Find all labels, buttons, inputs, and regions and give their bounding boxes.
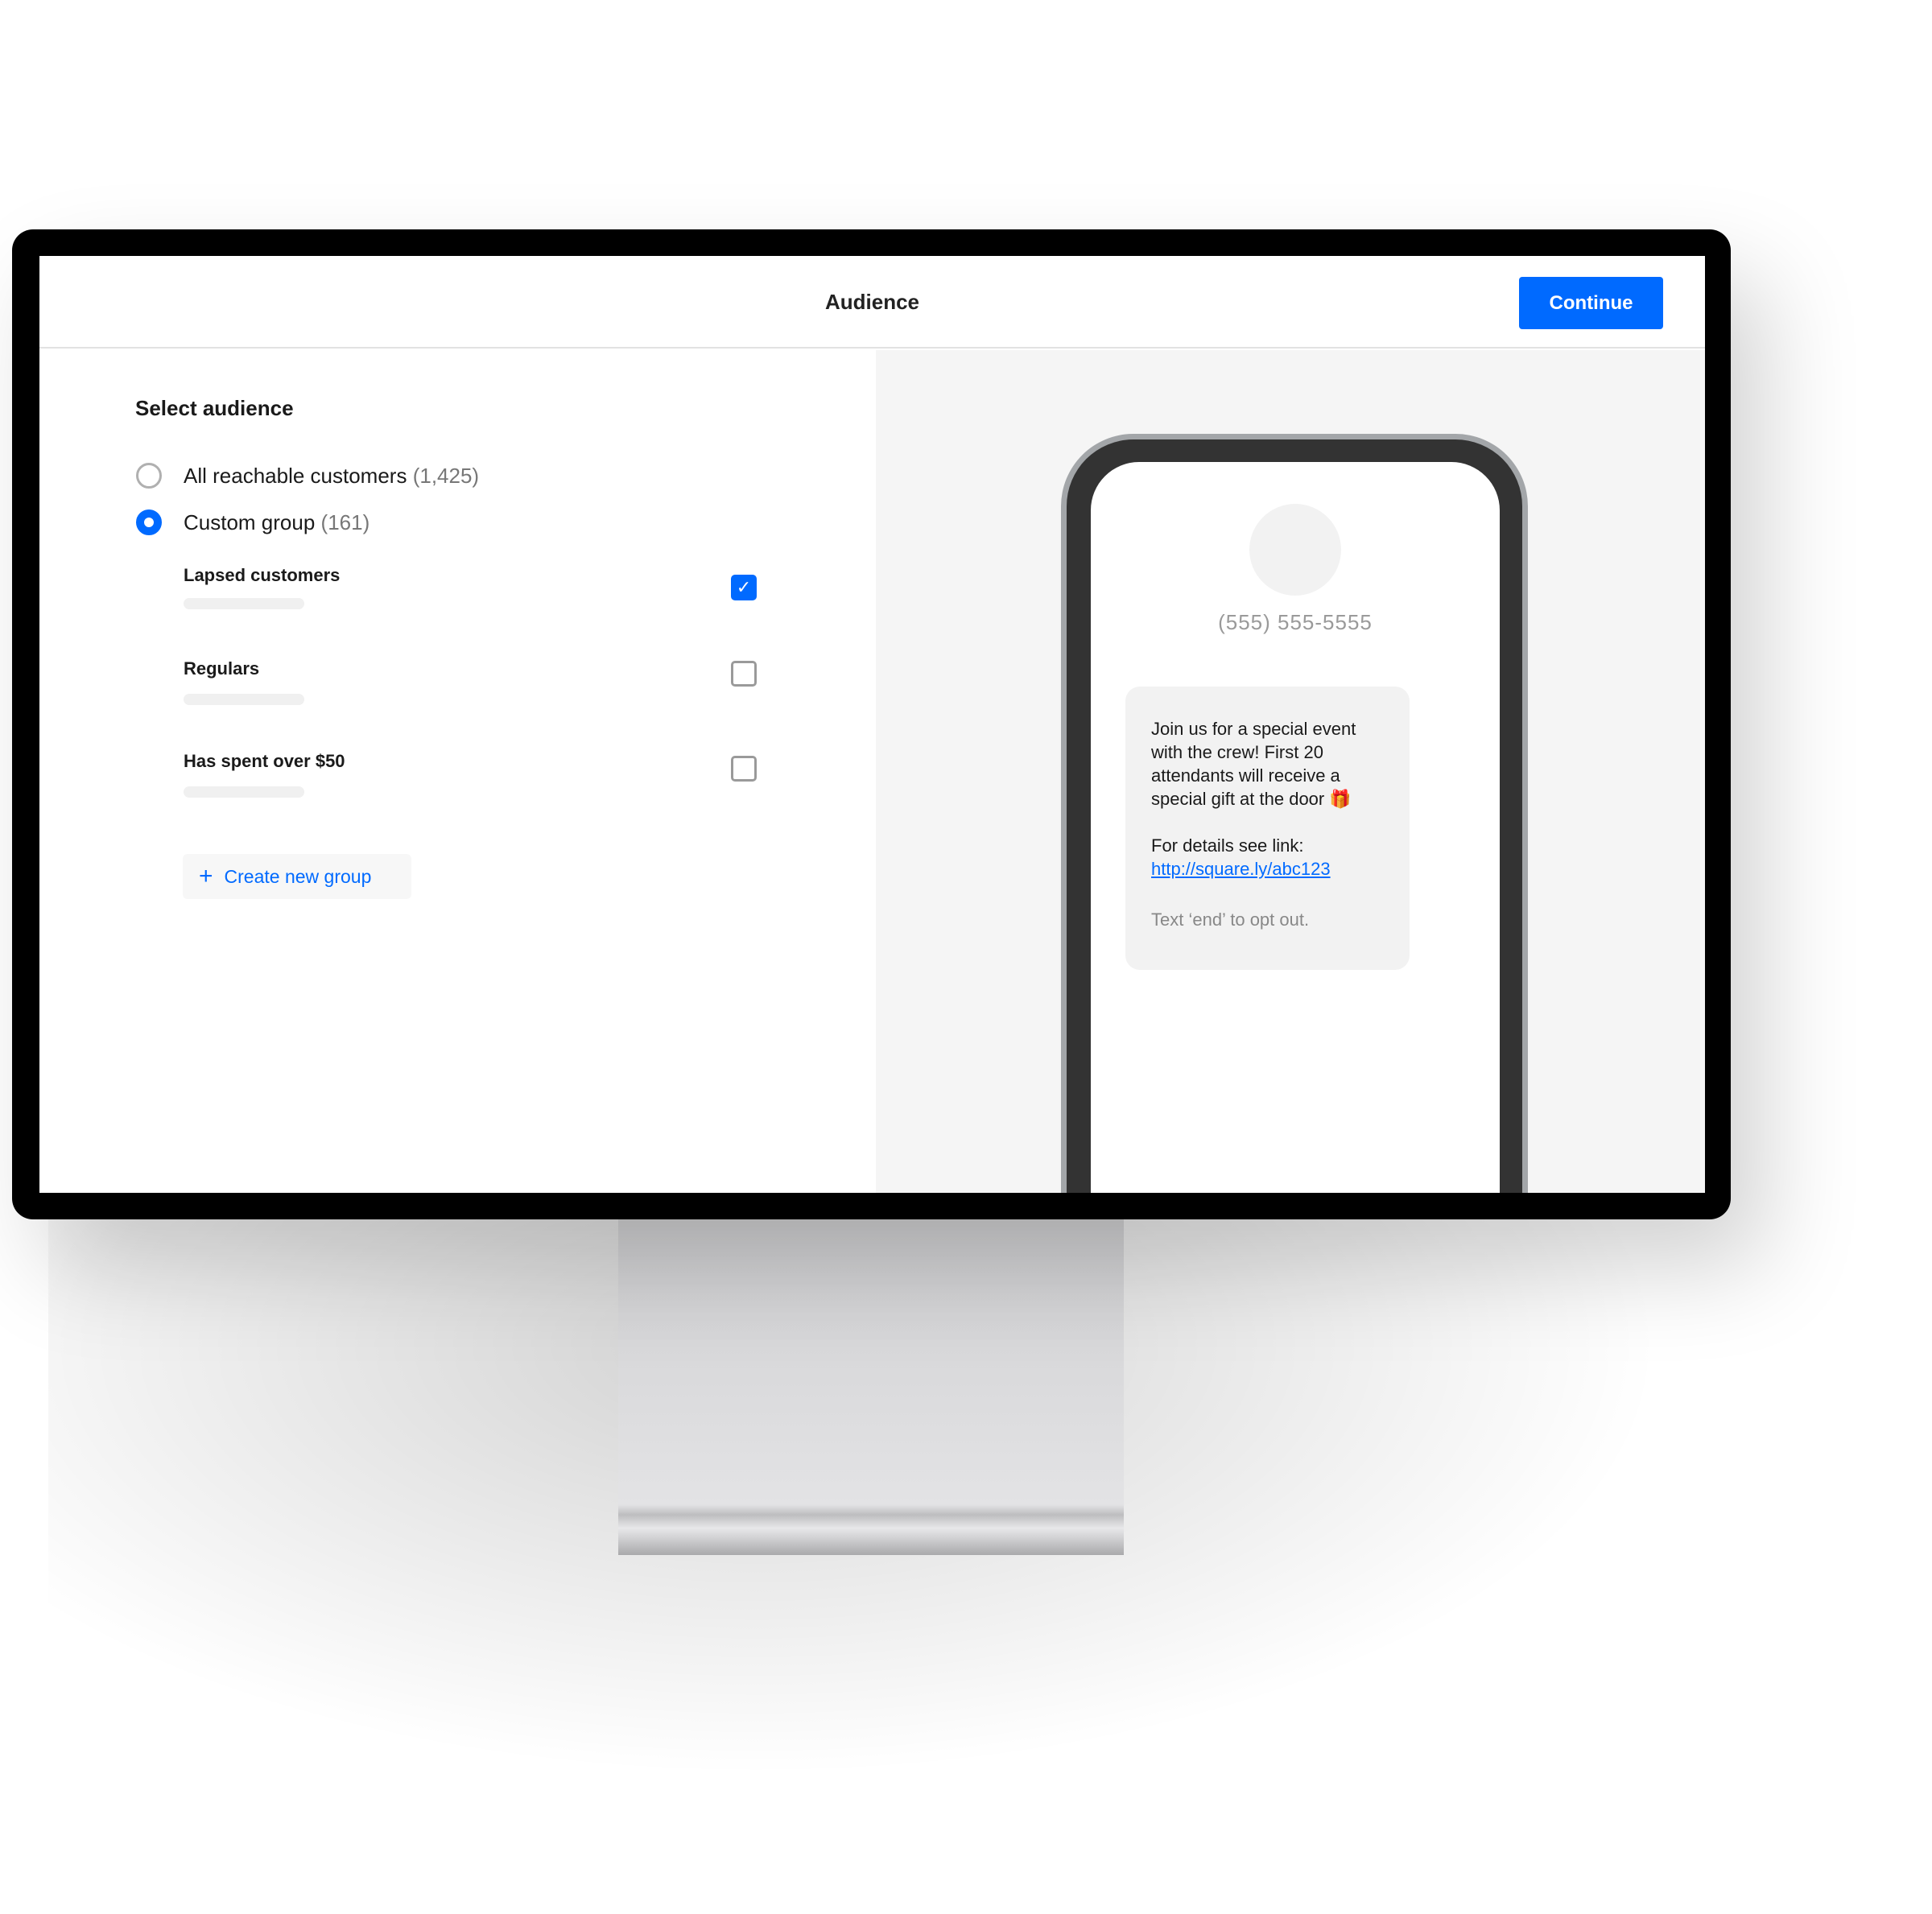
checkbox-regulars[interactable] [731,661,757,687]
message-line: special gift at the door 🎁 [1151,789,1352,809]
message-line: with the crew! First 20 [1151,742,1323,762]
page-title: Audience [824,290,920,314]
checkbox-spent[interactable] [731,756,757,782]
option-label: All reachable customers [184,464,407,488]
group-placeholder-bar [184,598,304,609]
continue-button[interactable]: Continue [1519,277,1663,329]
phone-screen: (555) 555-5555 Join us for a special eve… [1091,462,1500,1193]
section-heading: Select audience [135,396,294,420]
contact-avatar [1249,504,1341,596]
app-screen: Audience Continue Select audience All re… [39,256,1705,1193]
plus-icon: + [199,863,213,889]
option-label: Custom group [184,510,316,534]
monitor-stand [618,1219,1124,1555]
create-label: Create new group [224,865,372,887]
opt-out-text: Text ‘end’ to opt out. [1151,910,1310,930]
option-count: (161) [320,510,370,534]
group-label-regulars: Regulars [184,658,260,679]
option-custom-group[interactable]: Custom group (161) [184,510,369,535]
details-label: For details see link: [1151,835,1304,856]
message-line: attendants will receive a [1151,765,1340,786]
monitor-bezel: Audience Continue Select audience All re… [12,229,1731,1219]
group-placeholder-bar [184,694,304,705]
phone-number: (555) 555-5555 [1218,610,1373,634]
group-label-spent: Has spent over $50 [184,751,345,771]
option-all-customers[interactable]: All reachable customers (1,425) [184,464,479,489]
message-bubble: Join us for a special event with the cre… [1125,687,1410,970]
radio-custom-group[interactable] [136,509,162,535]
preview-panel: (555) 555-5555 Join us for a special eve… [876,350,1705,1193]
message-link[interactable]: http://square.ly/abc123 [1151,859,1331,879]
check-icon: ✓ [736,577,752,597]
group-placeholder-bar [184,786,304,798]
group-label-lapsed: Lapsed customers [184,565,341,585]
phone-frame: (555) 555-5555 Join us for a special eve… [1061,434,1528,1193]
message-line: Join us for a special event [1151,719,1356,739]
radio-all-customers[interactable] [136,463,162,489]
option-count: (1,425) [412,464,480,488]
create-new-group-button[interactable]: + Create new group [183,854,411,899]
header: Audience Continue [39,256,1705,349]
checkbox-lapsed[interactable]: ✓ [731,575,757,600]
